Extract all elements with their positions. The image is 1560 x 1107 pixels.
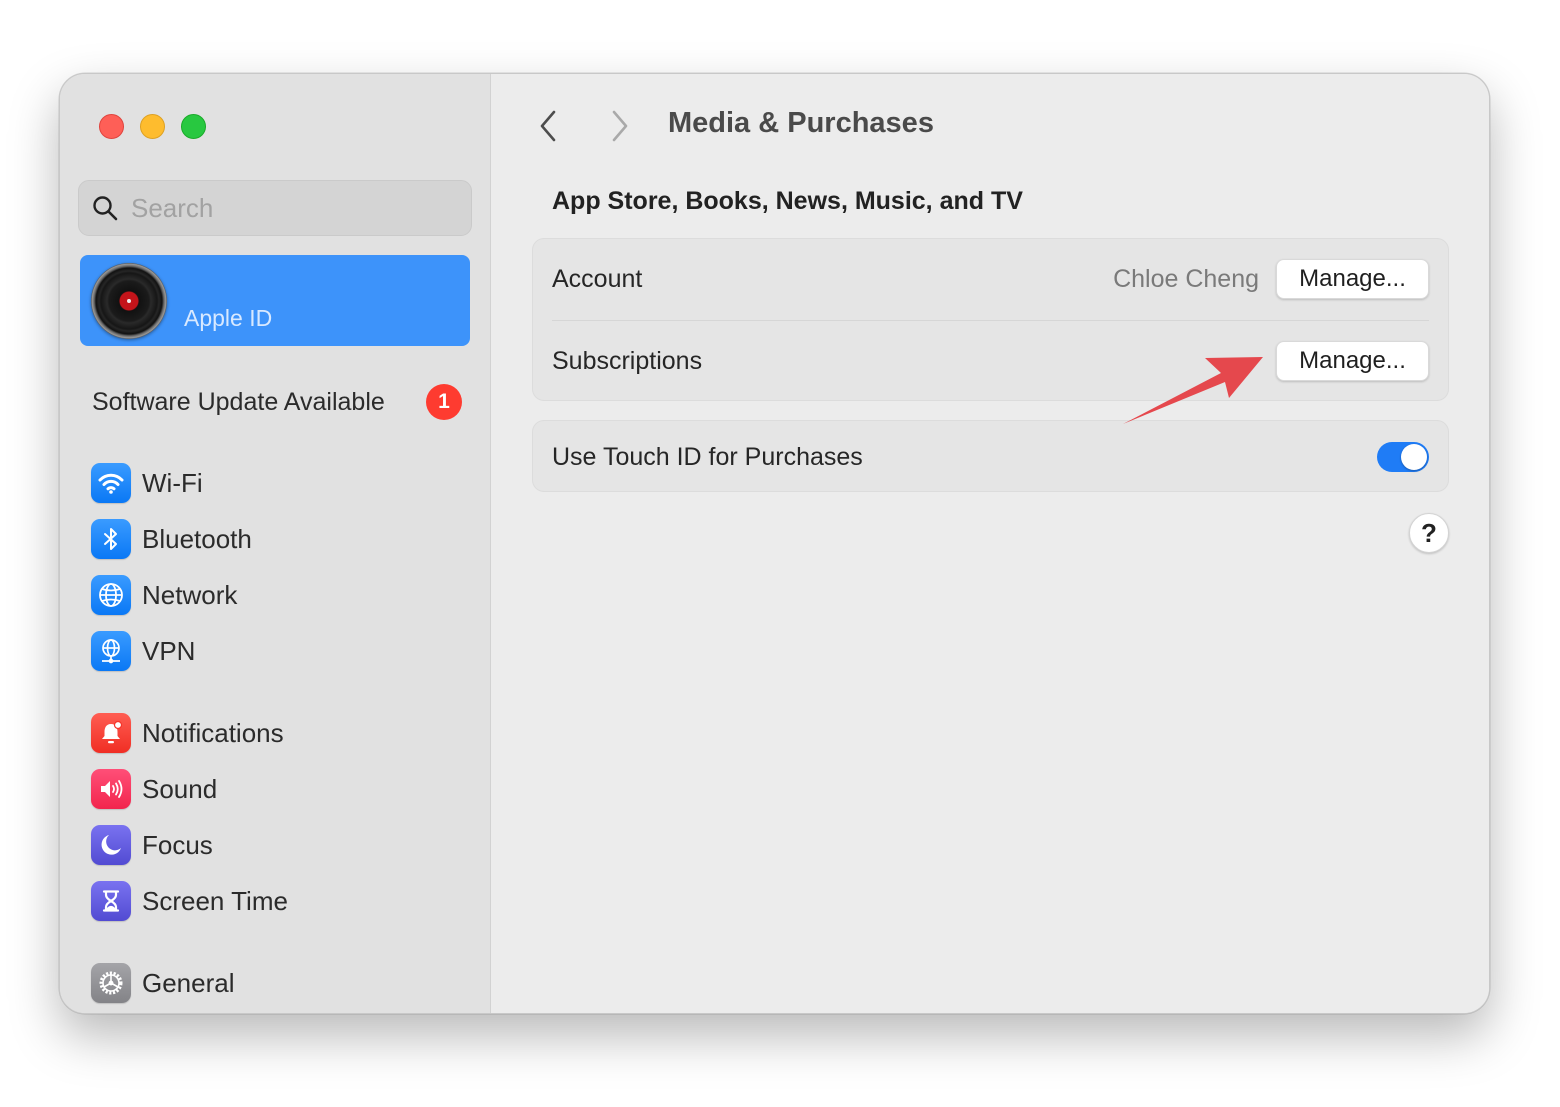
vpn-globe-icon <box>91 631 131 671</box>
sidebar-item-sound[interactable]: Sound <box>91 768 217 810</box>
sidebar-search-field[interactable] <box>78 180 472 236</box>
subscriptions-row: Subscriptions Manage... <box>533 321 1448 401</box>
software-update-label: Software Update Available <box>92 387 385 416</box>
sidebar-item-label: Wi-Fi <box>142 467 203 498</box>
account-settings-group: Account Chloe Cheng Manage... Subscripti… <box>532 238 1449 401</box>
bluetooth-icon <box>91 519 131 559</box>
touch-id-label: Use Touch ID for Purchases <box>552 442 863 471</box>
sidebar-item-label: Screen Time <box>142 885 288 916</box>
sidebar-item-wifi[interactable]: Wi-Fi <box>91 462 203 504</box>
search-input[interactable] <box>131 192 431 224</box>
sidebar-item-label: Network <box>142 579 238 610</box>
sidebar: Apple ID Software Update Available 1 Wi-… <box>60 74 491 1013</box>
gear-icon <box>91 963 131 1003</box>
moon-icon <box>91 825 131 865</box>
help-button[interactable]: ? <box>1409 513 1449 553</box>
hourglass-icon <box>91 881 131 921</box>
back-button[interactable] <box>533 108 563 144</box>
touch-id-row: Use Touch ID for Purchases <box>533 417 1448 497</box>
sidebar-item-general[interactable]: General <box>91 962 235 1004</box>
speaker-icon <box>91 769 131 809</box>
sidebar-item-label: General <box>142 967 235 998</box>
zoom-window-button[interactable] <box>181 114 206 139</box>
globe-icon <box>91 575 131 615</box>
forward-button[interactable] <box>605 108 635 144</box>
account-manage-button[interactable]: Manage... <box>1276 259 1429 299</box>
section-title: App Store, Books, News, Music, and TV <box>552 187 1023 215</box>
sidebar-item-label: VPN <box>142 635 196 666</box>
account-row: Account Chloe Cheng Manage... <box>533 239 1448 319</box>
minimize-window-button[interactable] <box>140 114 165 139</box>
toggle-knob <box>1401 444 1427 470</box>
sidebar-item-apple-id[interactable]: Apple ID <box>80 255 470 346</box>
bell-icon <box>91 713 131 753</box>
subscriptions-label: Subscriptions <box>552 346 703 375</box>
main-content: Media & Purchases App Store, Books, News… <box>492 74 1489 1013</box>
chevron-left-icon <box>540 110 556 142</box>
touch-id-toggle[interactable] <box>1377 442 1429 472</box>
sidebar-item-notifications[interactable]: Notifications <box>91 712 284 754</box>
apple-id-label: Apple ID <box>184 305 273 331</box>
sidebar-item-label: Notifications <box>142 717 284 748</box>
account-name-value: Chloe Cheng <box>1113 264 1259 293</box>
software-update-available[interactable]: Software Update Available 1 <box>92 382 462 422</box>
sidebar-item-bluetooth[interactable]: Bluetooth <box>91 518 252 560</box>
sidebar-item-screen-time[interactable]: Screen Time <box>91 880 288 922</box>
update-count-badge: 1 <box>426 384 462 420</box>
sidebar-item-network[interactable]: Network <box>91 574 237 616</box>
chevron-right-icon <box>612 110 628 142</box>
sidebar-item-label: Sound <box>142 773 218 804</box>
sidebar-item-vpn[interactable]: VPN <box>91 630 195 672</box>
sidebar-item-label: Focus <box>142 829 213 860</box>
sidebar-item-label: Bluetooth <box>142 523 252 554</box>
wifi-icon <box>91 463 131 503</box>
account-label: Account <box>552 264 643 293</box>
touch-id-group: Use Touch ID for Purchases <box>532 420 1449 492</box>
subscriptions-manage-button[interactable]: Manage... <box>1276 341 1429 381</box>
sidebar-item-focus[interactable]: Focus <box>91 824 213 866</box>
close-window-button[interactable] <box>99 114 124 139</box>
avatar <box>91 263 167 339</box>
traffic-lights <box>99 114 206 139</box>
system-settings-window: Apple ID Software Update Available 1 Wi-… <box>59 73 1490 1014</box>
search-icon <box>93 196 118 221</box>
page-title: Media & Purchases <box>668 107 934 139</box>
